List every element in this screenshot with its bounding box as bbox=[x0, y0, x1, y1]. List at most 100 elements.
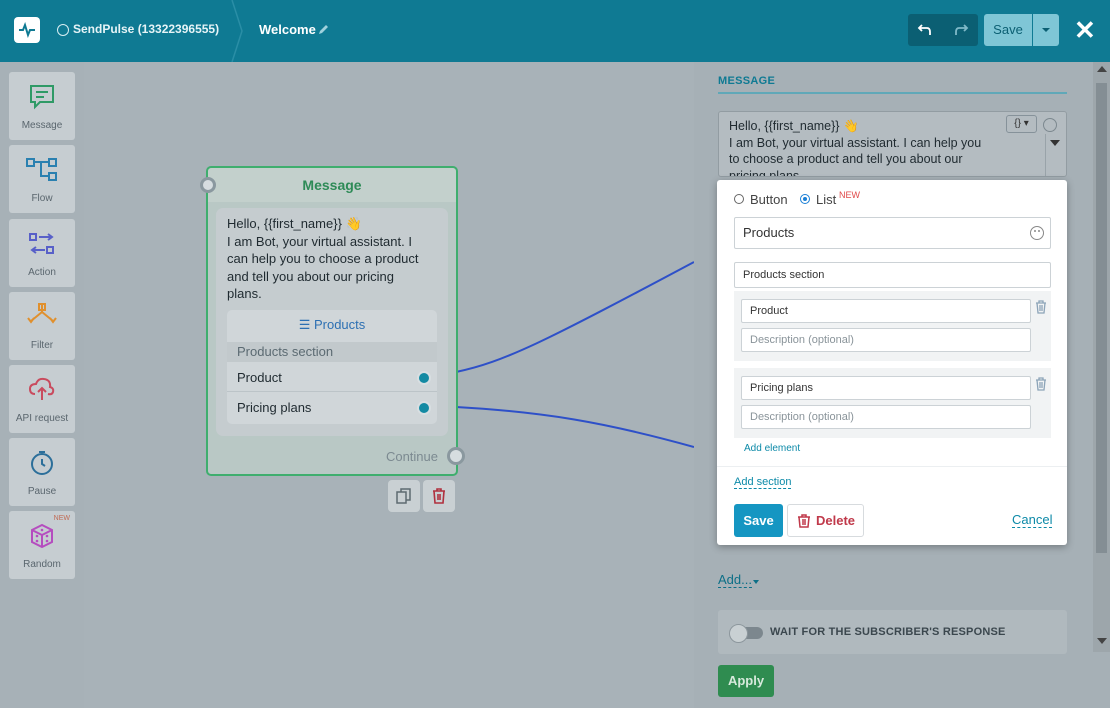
flow-name: Welcome bbox=[259, 22, 316, 37]
tool-pause[interactable]: Pause bbox=[9, 438, 75, 506]
chevron-down-icon bbox=[753, 580, 759, 584]
add-section-link[interactable]: Add section bbox=[734, 476, 792, 489]
section-title-value: Products section bbox=[743, 269, 825, 281]
top-bar: SendPulse (13322396555) Welcome Save ✕ bbox=[0, 0, 1110, 62]
apply-button[interactable]: Apply bbox=[718, 665, 774, 697]
tool-api-request[interactable]: API request bbox=[9, 365, 75, 433]
new-badge: NEW bbox=[53, 515, 70, 522]
flow-icon bbox=[26, 158, 57, 181]
add-content-dropdown[interactable]: Add... bbox=[718, 572, 752, 588]
popup-cancel-link[interactable]: Cancel bbox=[1012, 512, 1053, 528]
radio-button-label[interactable]: Button bbox=[750, 192, 788, 207]
scroll-down-arrow-icon[interactable] bbox=[1097, 638, 1107, 644]
node-input-port[interactable] bbox=[200, 177, 216, 193]
filter-icon bbox=[27, 303, 57, 324]
tool-action[interactable]: Action bbox=[9, 219, 75, 287]
popup-delete-button[interactable]: Delete bbox=[787, 504, 864, 537]
radio-list-label[interactable]: List bbox=[816, 192, 836, 207]
message-line: can help you to choose a product bbox=[227, 251, 419, 266]
panel-scrollbar-thumb[interactable] bbox=[1096, 83, 1107, 553]
textarea-text: Hello, {{first_name}} 👋 I am Bot, your v… bbox=[729, 118, 991, 177]
element-description-placeholder: Description (optional) bbox=[750, 411, 854, 423]
output-port[interactable] bbox=[417, 371, 431, 385]
delete-node-button[interactable] bbox=[423, 480, 455, 512]
element-description-input[interactable]: Description (optional) bbox=[741, 405, 1031, 429]
undo-button[interactable] bbox=[908, 14, 943, 46]
list-section-title: Products section bbox=[227, 342, 437, 362]
trash-icon[interactable] bbox=[1035, 300, 1047, 314]
element-description-placeholder: Description (optional) bbox=[750, 334, 854, 346]
tool-label: Pause bbox=[27, 486, 57, 497]
list-editor-popup: Button List NEW Products Products sectio… bbox=[717, 180, 1067, 545]
trash-icon bbox=[798, 514, 810, 528]
message-node[interactable]: Message Hello, {{first_name}} 👋 I am Bot… bbox=[200, 166, 465, 476]
tool-random[interactable]: NEW Random bbox=[9, 511, 75, 579]
divider bbox=[717, 466, 1067, 467]
section-title-input[interactable]: Products section bbox=[734, 262, 1051, 288]
redo-button[interactable] bbox=[943, 14, 978, 46]
tool-message[interactable]: Message bbox=[9, 72, 75, 140]
undo-icon bbox=[917, 24, 931, 35]
textarea-line: to choose a product and tell you about o… bbox=[729, 152, 963, 166]
message-line: and tell you about our pricing bbox=[227, 268, 394, 284]
emoji-icon[interactable] bbox=[1030, 226, 1044, 240]
add-element-link[interactable]: Add element bbox=[744, 443, 800, 454]
element-title-input[interactable]: Pricing plans bbox=[741, 376, 1031, 400]
random-icon bbox=[31, 523, 53, 549]
save-button[interactable]: Save bbox=[984, 14, 1032, 46]
redo-icon bbox=[955, 24, 969, 35]
tool-label: Message bbox=[21, 120, 63, 131]
message-icon bbox=[30, 85, 54, 110]
message-line: plans. bbox=[227, 286, 262, 301]
tool-label: Flow bbox=[31, 193, 53, 204]
tools-sidebar: Message Flow Action Filter API request P… bbox=[0, 62, 84, 708]
whatsapp-icon bbox=[57, 24, 69, 36]
element-title-value: Pricing plans bbox=[750, 382, 813, 394]
element-title-value: Product bbox=[750, 305, 788, 317]
list-element: Pricing plans Description (optional) bbox=[734, 368, 1051, 438]
message-bubble: Hello, {{first_name}} 👋 I am Bot, your v… bbox=[216, 208, 448, 436]
save-options-dropdown[interactable] bbox=[1033, 14, 1059, 46]
list-row-label: Product bbox=[237, 370, 282, 385]
tool-filter[interactable]: Filter bbox=[9, 292, 75, 360]
tool-label: API request bbox=[15, 413, 69, 424]
continue-port[interactable] bbox=[447, 447, 465, 465]
close-icon[interactable]: ✕ bbox=[1074, 16, 1096, 44]
textarea-line: I am Bot, your virtual assistant. I can … bbox=[729, 135, 982, 150]
wait-response-toggle[interactable] bbox=[729, 624, 763, 643]
radio-list-type[interactable] bbox=[800, 194, 810, 204]
bot-name[interactable]: SendPulse (13322396555) bbox=[73, 22, 219, 36]
scroll-up-arrow-icon[interactable] bbox=[1097, 66, 1107, 72]
trash-icon[interactable] bbox=[1035, 377, 1047, 391]
wait-response-label: WAIT FOR THE SUBSCRIBER'S RESPONSE bbox=[770, 626, 1006, 638]
wait-response-setting: WAIT FOR THE SUBSCRIBER'S RESPONSE bbox=[718, 610, 1067, 654]
textarea-line: pricing plans. bbox=[729, 168, 803, 177]
app-logo-icon[interactable] bbox=[14, 17, 40, 43]
copy-node-button[interactable] bbox=[388, 480, 420, 512]
output-port[interactable] bbox=[417, 401, 431, 415]
textarea-scroll-down-icon[interactable] bbox=[1050, 140, 1060, 146]
variables-button[interactable]: {} ▾ bbox=[1006, 115, 1037, 133]
delete-label: Delete bbox=[816, 513, 856, 528]
list-title-input[interactable]: Products bbox=[734, 217, 1051, 249]
message-line: Hello, {{first_name}} 👋 bbox=[227, 216, 362, 231]
new-badge: NEW bbox=[839, 190, 860, 200]
variables-label: {} bbox=[1014, 118, 1021, 129]
connection-line-pricing bbox=[455, 406, 694, 448]
breadcrumb-separator bbox=[231, 0, 243, 62]
message-textarea[interactable]: Hello, {{first_name}} 👋 I am Bot, your v… bbox=[718, 111, 1067, 177]
message-section-label: MESSAGE bbox=[718, 75, 776, 87]
tool-label: Filter bbox=[30, 340, 54, 351]
popup-save-button[interactable]: Save bbox=[734, 504, 783, 537]
radio-button-type[interactable] bbox=[734, 194, 744, 204]
message-section-underline bbox=[718, 92, 1067, 94]
pencil-icon[interactable] bbox=[318, 23, 330, 35]
list-row-product: Product bbox=[227, 364, 437, 392]
tool-label: Action bbox=[28, 267, 56, 278]
action-icon bbox=[29, 233, 54, 254]
tool-flow[interactable]: Flow bbox=[9, 145, 75, 213]
tool-label: Random bbox=[23, 559, 61, 570]
element-title-input[interactable]: Product bbox=[741, 299, 1031, 323]
element-description-input[interactable]: Description (optional) bbox=[741, 328, 1031, 352]
emoji-icon[interactable] bbox=[1043, 118, 1057, 132]
